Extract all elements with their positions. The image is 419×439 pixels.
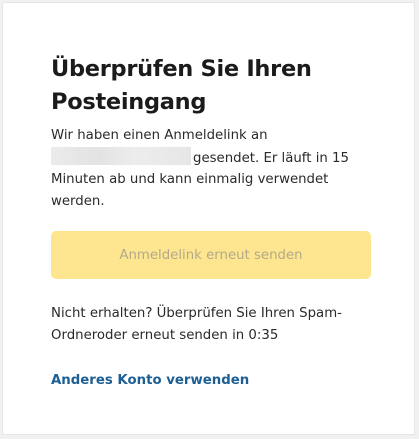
redacted-email bbox=[51, 146, 191, 165]
title-line-1: Überprüfen Sie Ihren bbox=[51, 56, 312, 82]
resend-hint-text: Nicht erhalten? Überprüfen Sie Ihren Spa… bbox=[51, 306, 342, 343]
login-verification-card: Überprüfen Sie Ihren Posteingang Wir habe… bbox=[2, 2, 415, 435]
title-line-2: Posteingang bbox=[51, 89, 207, 115]
description-text: Wir haben einen Anmeldelink an gesendet. … bbox=[51, 125, 376, 212]
page-title: Überprüfen Sie Ihren Posteingang bbox=[51, 53, 381, 119]
resend-link-button[interactable]: Anmeldelink erneut senden bbox=[51, 231, 371, 279]
switch-account-link[interactable]: Anderes Konto verwenden bbox=[51, 370, 249, 392]
description-prefix: Wir haben einen Anmeldelink an bbox=[51, 128, 268, 143]
